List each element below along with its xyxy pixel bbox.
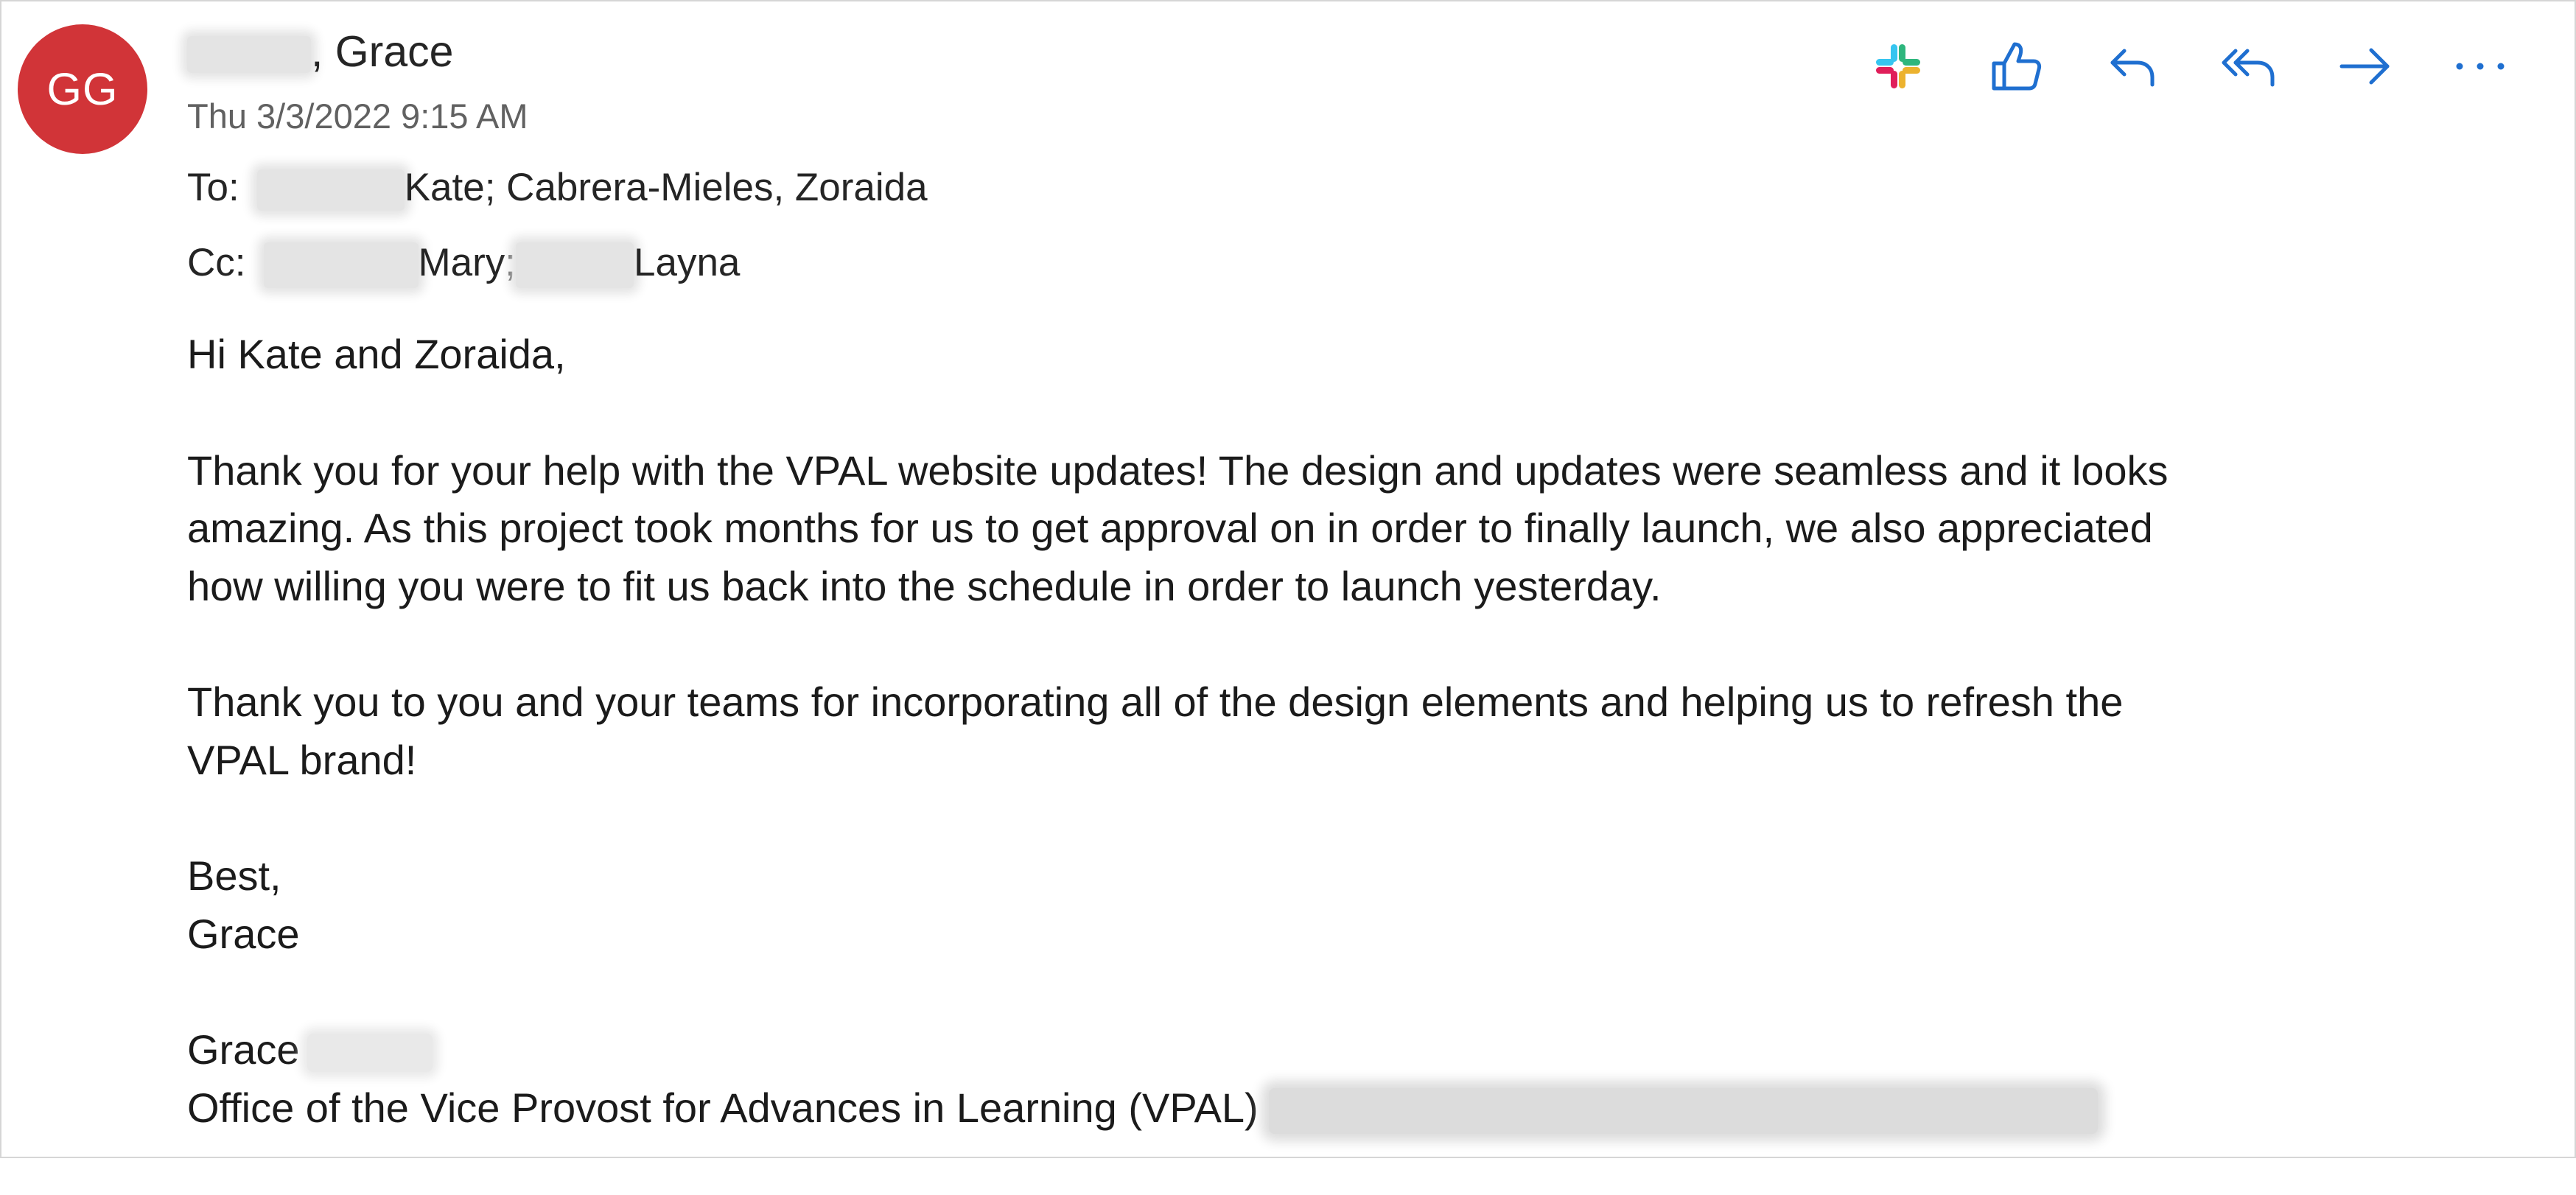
body-paragraph-2: Thank you to you and your teams for inco… bbox=[187, 673, 2516, 789]
slack-icon bbox=[1876, 44, 1920, 88]
cc-recipient-1-text[interactable]: Mary; bbox=[419, 241, 517, 284]
redacted-signature-surname bbox=[307, 1034, 433, 1073]
body-line: amazing. As this project took months for… bbox=[187, 505, 2153, 551]
message-date: Thu 3/3/2022 9:15 AM bbox=[187, 97, 528, 136]
signature-office-line: Office of the Vice Provost for Advances … bbox=[187, 1079, 2516, 1138]
reply-button[interactable] bbox=[2096, 31, 2169, 102]
redacted-cc-recipient-2[interactable] bbox=[516, 242, 634, 288]
slack-button[interactable] bbox=[1861, 31, 1935, 102]
to-label: To: bbox=[187, 166, 239, 209]
reply-icon bbox=[2110, 49, 2155, 87]
to-recipients: To: Kate; Cabrera-Mieles, Zoraida bbox=[187, 165, 928, 211]
message-body: Hi Kate and Zoraida, Thank you for your … bbox=[187, 326, 2516, 1195]
body-line: Thank you for your help with the VPAL we… bbox=[187, 446, 2169, 494]
closing-text: Best, bbox=[187, 852, 281, 899]
signature-name-line: Grace bbox=[187, 1021, 2516, 1079]
redacted-sender-surname bbox=[187, 36, 311, 74]
signature: Grace Office of the Vice Provost for Adv… bbox=[187, 1021, 2516, 1137]
forward-button[interactable] bbox=[2328, 31, 2402, 102]
body-line: Thank you to you and your teams for inco… bbox=[187, 679, 2124, 725]
body-line: how willing you were to fit us back into… bbox=[187, 562, 1662, 609]
redacted-cc-recipient-1[interactable] bbox=[263, 242, 419, 288]
reply-all-icon bbox=[2222, 49, 2275, 87]
more-actions-button[interactable] bbox=[2443, 31, 2517, 102]
greeting: Hi Kate and Zoraida, bbox=[187, 326, 2516, 384]
avatar-initials: GG bbox=[46, 64, 119, 114]
signature-office: Office of the Vice Provost for Advances … bbox=[187, 1084, 1259, 1131]
closing-name: Grace bbox=[187, 910, 300, 957]
sender-name[interactable]: , Grace bbox=[187, 27, 453, 77]
like-button[interactable] bbox=[1979, 31, 2053, 102]
signature-name: Grace bbox=[187, 1026, 300, 1073]
sender-avatar[interactable]: GG bbox=[18, 24, 147, 154]
body-paragraph-1: Thank you for your help with the VPAL we… bbox=[187, 442, 2516, 616]
cc-recipients: Cc: Mary; Layna bbox=[187, 240, 740, 288]
redacted-signature-link bbox=[1268, 1087, 2098, 1134]
more-icon bbox=[2456, 63, 2505, 70]
body-line: VPAL brand! bbox=[187, 736, 417, 783]
message-toolbar bbox=[1861, 31, 2517, 102]
sender-name-text: , Grace bbox=[311, 27, 454, 76]
closing: Best, Grace bbox=[187, 847, 2516, 963]
redacted-to-recipient[interactable] bbox=[256, 169, 405, 211]
cc-label: Cc: bbox=[187, 241, 246, 284]
forward-icon bbox=[2339, 48, 2390, 85]
like-icon bbox=[1992, 42, 2042, 91]
greeting-text: Hi Kate and Zoraida, bbox=[187, 331, 566, 377]
reply-all-button[interactable] bbox=[2212, 31, 2286, 102]
cc-recipient-2-text[interactable]: Layna bbox=[634, 241, 740, 284]
email-reading-pane: GG , Grace Thu 3/3/2022 9:15 AM To: Kate;… bbox=[0, 0, 2576, 1158]
to-recipients-text[interactable]: Kate; Cabrera-Mieles, Zoraida bbox=[405, 166, 928, 209]
